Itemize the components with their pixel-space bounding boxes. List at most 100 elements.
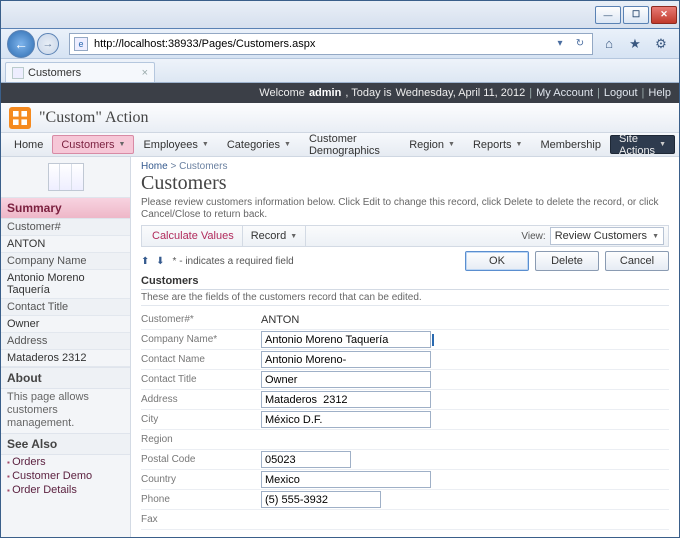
favorites-icon[interactable]: ★: [627, 36, 643, 52]
input-phone[interactable]: [261, 491, 381, 508]
caret-down-icon: ▼: [284, 141, 291, 148]
tab-close-icon[interactable]: ×: [142, 67, 148, 79]
label-contact-name: Contact Name: [141, 354, 261, 365]
menu-region[interactable]: Region▼: [400, 135, 464, 154]
section-title: Customers: [141, 273, 669, 290]
ok-button-top[interactable]: OK: [465, 251, 529, 271]
caret-down-icon: ▼: [448, 141, 455, 148]
welcome-today-prefix: , Today is: [345, 87, 391, 99]
breadcrumb: Home > Customers: [141, 161, 669, 172]
page-title: Customers: [141, 172, 669, 195]
home-icon[interactable]: ⌂: [601, 36, 617, 52]
tab-title: Customers: [28, 67, 81, 79]
sidebar-link-customer-demo[interactable]: Customer Demo: [1, 469, 130, 483]
cancel-button-top[interactable]: Cancel: [605, 251, 669, 271]
label-region: Region: [141, 434, 261, 445]
browser-navbar: ← → e ▾ ↻ ⌂ ★ ⚙: [1, 29, 679, 59]
caret-down-icon: ▼: [290, 233, 297, 240]
menu-employees[interactable]: Employees▼: [134, 135, 217, 154]
addr-dropdown-icon[interactable]: ▾: [552, 36, 568, 52]
sidebar-label-companyname: Company Name: [1, 253, 130, 270]
menu-categories[interactable]: Categories▼: [218, 135, 300, 154]
input-contact-title[interactable]: [261, 371, 431, 388]
menu-customer-demographics[interactable]: Customer Demographics: [300, 135, 400, 154]
sidebar-value-contacttitle: Owner: [1, 316, 130, 333]
value-customer-id: ANTON: [261, 313, 299, 327]
caret-down-icon: ▼: [516, 141, 523, 148]
window-maximize-button[interactable]: ☐: [623, 6, 649, 24]
view-select[interactable]: Review Customers ▼: [550, 227, 664, 245]
menu-membership[interactable]: Membership: [531, 135, 610, 154]
url-input[interactable]: [92, 37, 548, 51]
label-customer-id: Customer#*: [141, 314, 261, 325]
app-logo-icon: [9, 107, 31, 129]
sidebar-about-head: About: [1, 367, 130, 389]
logout-link[interactable]: Logout: [604, 87, 638, 99]
address-bar[interactable]: e ▾ ↻: [69, 33, 593, 55]
browser-tool-icons: ⌂ ★ ⚙: [601, 36, 673, 52]
sidebar-link-orders[interactable]: Orders: [1, 455, 130, 469]
addr-refresh-icon[interactable]: ↻: [572, 36, 588, 52]
sidebar-label-address: Address: [1, 333, 130, 350]
breadcrumb-home[interactable]: Home: [141, 161, 168, 172]
menu-site-actions[interactable]: Site Actions▼: [610, 135, 675, 154]
required-note-top: ⬆ ⬇ * - indicates a required field OK De…: [141, 251, 669, 271]
caret-down-icon: ▼: [659, 141, 666, 148]
view-select-value: Review Customers: [555, 230, 647, 242]
label-company-name: Company Name*: [141, 334, 261, 345]
browser-forward-button[interactable]: →: [37, 33, 59, 55]
input-contact-name[interactable]: [261, 351, 431, 368]
menu-home[interactable]: Home: [5, 135, 52, 154]
input-company-name[interactable]: [261, 331, 431, 348]
input-postal-code[interactable]: [261, 451, 351, 468]
tools-gear-icon[interactable]: ⚙: [653, 36, 669, 52]
sidebar-thumbnail: [1, 157, 130, 197]
ie-favicon-icon: e: [74, 37, 88, 51]
record-menu-button[interactable]: Record▼: [243, 226, 306, 246]
welcome-today: Wednesday, April 11, 2012: [396, 87, 526, 99]
input-address[interactable]: [261, 391, 431, 408]
app-title: "Custom" Action: [39, 109, 149, 127]
sidebar-link-order-details[interactable]: Order Details: [1, 483, 130, 497]
window-minimize-button[interactable]: —: [595, 6, 621, 24]
caret-down-icon: ▼: [652, 233, 659, 240]
input-city[interactable]: [261, 411, 431, 428]
sidebar-value-companyname: Antonio Moreno Taquería: [1, 270, 130, 299]
main-menu: Home Customers▼ Employees▼ Categories▼ C…: [1, 133, 679, 157]
text-cursor-icon: [432, 334, 434, 346]
page-intro: Please review customers information belo…: [141, 197, 669, 221]
breadcrumb-current: Customers: [179, 161, 227, 172]
browser-tab[interactable]: Customers ×: [5, 62, 155, 82]
window-close-button[interactable]: ✕: [651, 6, 677, 24]
sidebar-label-contacttitle: Contact Title: [1, 299, 130, 316]
content-area: Home > Customers Customers Please review…: [131, 157, 679, 537]
label-phone: Phone: [141, 494, 261, 505]
caret-down-icon: ▼: [119, 141, 126, 148]
label-address: Address: [141, 394, 261, 405]
tab-favicon-icon: [12, 67, 24, 79]
menu-customers[interactable]: Customers▼: [52, 135, 134, 154]
welcome-user: admin: [309, 87, 341, 99]
my-account-link[interactable]: My Account: [536, 87, 593, 99]
nav-arrows-icon[interactable]: ⬆ ⬇: [141, 256, 167, 267]
label-contact-title: Contact Title: [141, 374, 261, 385]
sidebar-label-customerid: Customer#: [1, 219, 130, 236]
sidebar-about-text: This page allows customers management.: [1, 389, 130, 433]
label-city: City: [141, 414, 261, 425]
sidebar: Summary Customer# ANTON Company Name Ant…: [1, 157, 131, 537]
calculate-values-button[interactable]: Calculate Values: [144, 226, 243, 246]
menu-reports[interactable]: Reports▼: [464, 135, 531, 154]
help-link[interactable]: Help: [648, 87, 671, 99]
sidebar-value-customerid: ANTON: [1, 236, 130, 253]
browser-back-button[interactable]: ←: [7, 30, 35, 58]
input-country[interactable]: [261, 471, 431, 488]
window-titlebar: — ☐ ✕: [1, 1, 679, 29]
browser-tabstrip: Customers ×: [1, 59, 679, 83]
label-country: Country: [141, 474, 261, 485]
view-label: View:: [521, 231, 545, 242]
delete-button-top[interactable]: Delete: [535, 251, 599, 271]
welcome-bar: Welcome admin , Today is Wednesday, Apri…: [1, 83, 679, 103]
app-header: "Custom" Action: [1, 103, 679, 133]
label-fax: Fax: [141, 514, 261, 525]
sidebar-seealso-head: See Also: [1, 433, 130, 455]
